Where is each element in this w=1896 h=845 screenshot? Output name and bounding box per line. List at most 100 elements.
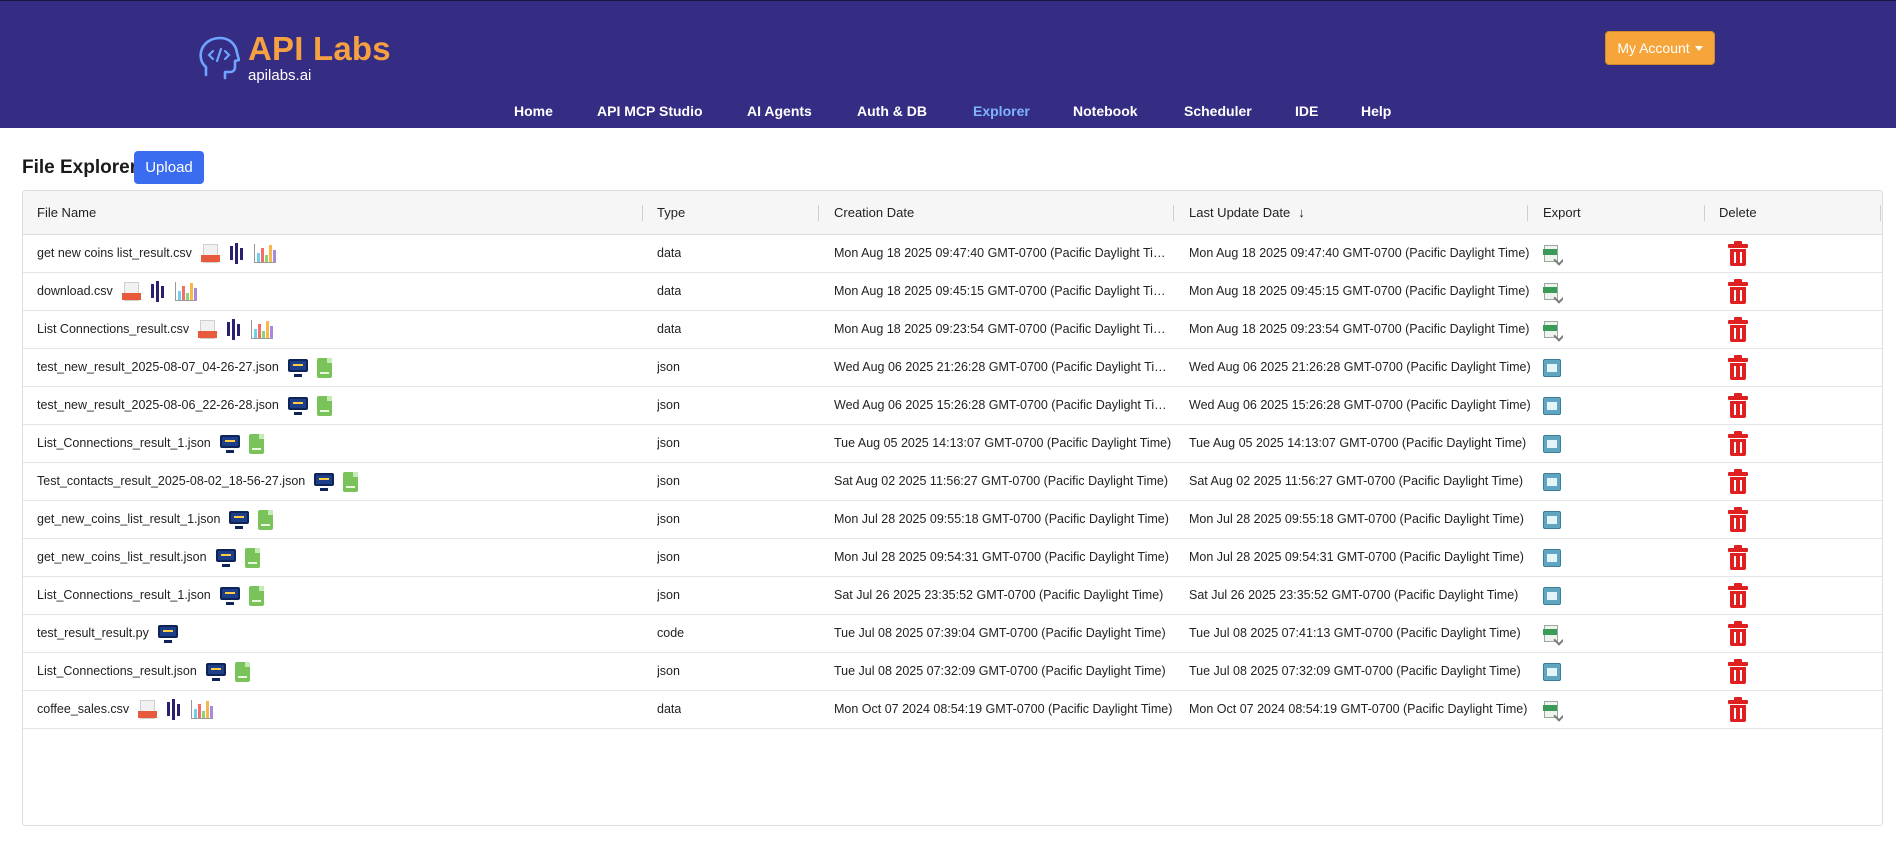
file-name[interactable]: test_new_result_2025-08-06_22-26-28.json — [37, 387, 279, 424]
export-csv-icon[interactable] — [1543, 244, 1563, 266]
nav-item-home[interactable]: Home — [514, 103, 553, 119]
file-name[interactable]: test_result_result.py — [37, 615, 149, 652]
file-name[interactable]: get_new_coins_list_result.json — [37, 539, 207, 576]
column-divider[interactable] — [1880, 205, 1881, 221]
monitor-icon[interactable] — [287, 396, 308, 415]
csv-file-icon[interactable] — [316, 357, 332, 378]
column-header-type[interactable]: Type — [657, 191, 685, 235]
nav-item-explorer[interactable]: Explorer — [973, 103, 1030, 119]
stripe-icon[interactable] — [226, 319, 242, 340]
my-account-button[interactable]: My Account — [1605, 31, 1715, 65]
trash-icon[interactable] — [1728, 544, 1748, 571]
file-name-cell[interactable]: download.csv — [37, 273, 197, 310]
trash-icon[interactable] — [1728, 582, 1748, 609]
file-name[interactable]: List_Connections_result.json — [37, 653, 197, 690]
file-name-cell[interactable]: get_new_coins_list_result.json — [37, 539, 260, 576]
file-name-cell[interactable]: coffee_sales.csv — [37, 691, 214, 728]
table-row[interactable]: List_Connections_result_1.json json Tue Au… — [23, 425, 1882, 463]
file-name[interactable]: List_Connections_result_1.json — [37, 577, 211, 614]
trash-icon[interactable] — [1728, 696, 1748, 723]
file-name-cell[interactable]: get_new_coins_list_result_1.json — [37, 501, 274, 538]
export-csv-icon[interactable] — [1543, 282, 1563, 304]
file-name-cell[interactable]: List_Connections_result.json — [37, 653, 250, 690]
trash-icon[interactable] — [1728, 430, 1748, 457]
table-row[interactable]: coffee_sales.csv data Mon Oct 07 2024 08:5… — [23, 691, 1882, 729]
file-name-cell[interactable]: test_result_result.py — [37, 615, 178, 652]
stripe-icon[interactable] — [229, 243, 245, 264]
file-name[interactable]: List_Connections_result_1.json — [37, 425, 211, 462]
file-name-cell[interactable]: get new coins list_result.csv — [37, 235, 276, 272]
column-divider[interactable] — [818, 205, 819, 221]
file-name-cell[interactable]: test_new_result_2025-08-07_04-26-27.json — [37, 349, 332, 386]
trash-icon[interactable] — [1728, 316, 1748, 343]
table-row[interactable]: Test_contacts_result_2025-08-02_18-56-27… — [23, 463, 1882, 501]
nav-item-scheduler[interactable]: Scheduler — [1184, 103, 1252, 119]
export-json-icon[interactable] — [1543, 586, 1561, 605]
monitor-icon[interactable] — [229, 510, 250, 529]
export-csv-icon[interactable] — [1543, 320, 1563, 342]
export-json-icon[interactable] — [1543, 548, 1561, 567]
export-csv-icon[interactable] — [1543, 700, 1563, 722]
monitor-icon[interactable] — [287, 358, 308, 377]
stripe-icon[interactable] — [150, 281, 166, 302]
monitor-icon[interactable] — [314, 472, 335, 491]
table-row[interactable]: download.csv data Mon Aug 18 2025 09:45:15… — [23, 273, 1882, 311]
table-row[interactable]: test_result_result.py code Tue Jul 08 2025… — [23, 615, 1882, 653]
column-header-file-name[interactable]: File Name — [37, 191, 96, 235]
upload-button[interactable]: Upload — [134, 151, 204, 184]
column-divider[interactable] — [1173, 205, 1174, 221]
trash-icon[interactable] — [1728, 240, 1748, 267]
csv-file-icon[interactable] — [244, 547, 260, 568]
table-row[interactable]: test_new_result_2025-08-06_22-26-28.json… — [23, 387, 1882, 425]
monitor-icon[interactable] — [219, 586, 240, 605]
file-name-cell[interactable]: List_Connections_result_1.json — [37, 425, 264, 462]
table-row[interactable]: test_new_result_2025-08-07_04-26-27.json… — [23, 349, 1882, 387]
csv-file-icon[interactable] — [248, 433, 264, 454]
column-header-last-update-date[interactable]: Last Update Date ↓ — [1189, 191, 1305, 235]
nav-item-notebook[interactable]: Notebook — [1073, 103, 1138, 119]
table-row[interactable]: List Connections_result.csv data Mon Aug 1… — [23, 311, 1882, 349]
sql-icon[interactable] — [121, 281, 141, 302]
monitor-icon[interactable] — [219, 434, 240, 453]
table-row[interactable]: get new coins list_result.csv data Mon Aug… — [23, 235, 1882, 273]
nav-item-ai-agents[interactable]: AI Agents — [747, 103, 812, 119]
table-row[interactable]: get_new_coins_list_result_1.json json Mon … — [23, 501, 1882, 539]
trash-icon[interactable] — [1728, 658, 1748, 685]
export-json-icon[interactable] — [1543, 434, 1561, 453]
file-name[interactable]: get new coins list_result.csv — [37, 235, 192, 272]
file-name[interactable]: List Connections_result.csv — [37, 311, 189, 348]
stripe-icon[interactable] — [166, 699, 182, 720]
chart-icon[interactable] — [174, 282, 197, 301]
chart-icon[interactable] — [253, 244, 276, 263]
file-name[interactable]: Test_contacts_result_2025-08-02_18-56-27… — [37, 463, 305, 500]
trash-icon[interactable] — [1728, 620, 1748, 647]
export-json-icon[interactable] — [1543, 472, 1561, 491]
export-json-icon[interactable] — [1543, 662, 1561, 681]
file-name-cell[interactable]: List Connections_result.csv — [37, 311, 274, 348]
trash-icon[interactable] — [1728, 354, 1748, 381]
sort-descending-icon[interactable]: ↓ — [1298, 191, 1305, 235]
export-json-icon[interactable] — [1543, 396, 1561, 415]
nav-item-ide[interactable]: IDE — [1295, 103, 1318, 119]
column-divider[interactable] — [642, 205, 643, 221]
export-json-icon[interactable] — [1543, 358, 1561, 377]
column-divider[interactable] — [1704, 205, 1705, 221]
export-csv-icon[interactable] — [1543, 624, 1563, 646]
monitor-icon[interactable] — [157, 624, 178, 643]
csv-file-icon[interactable] — [248, 585, 264, 606]
chart-icon[interactable] — [191, 700, 214, 719]
column-header-creation-date[interactable]: Creation Date — [834, 191, 914, 235]
chart-icon[interactable] — [251, 320, 274, 339]
table-row[interactable]: List_Connections_result_1.json json Sat Ju… — [23, 577, 1882, 615]
trash-icon[interactable] — [1728, 506, 1748, 533]
file-name[interactable]: test_new_result_2025-08-07_04-26-27.json — [37, 349, 279, 386]
file-name-cell[interactable]: Test_contacts_result_2025-08-02_18-56-27… — [37, 463, 359, 500]
nav-item-api-mcp-studio[interactable]: API MCP Studio — [597, 103, 703, 119]
sql-icon[interactable] — [200, 243, 220, 264]
column-divider[interactable] — [1527, 205, 1528, 221]
csv-file-icon[interactable] — [258, 509, 274, 530]
table-row[interactable]: List_Connections_result.json json Tue Jul … — [23, 653, 1882, 691]
brand[interactable]: API Labs apilabs.ai — [198, 31, 391, 85]
trash-icon[interactable] — [1728, 278, 1748, 305]
file-name[interactable]: get_new_coins_list_result_1.json — [37, 501, 220, 538]
